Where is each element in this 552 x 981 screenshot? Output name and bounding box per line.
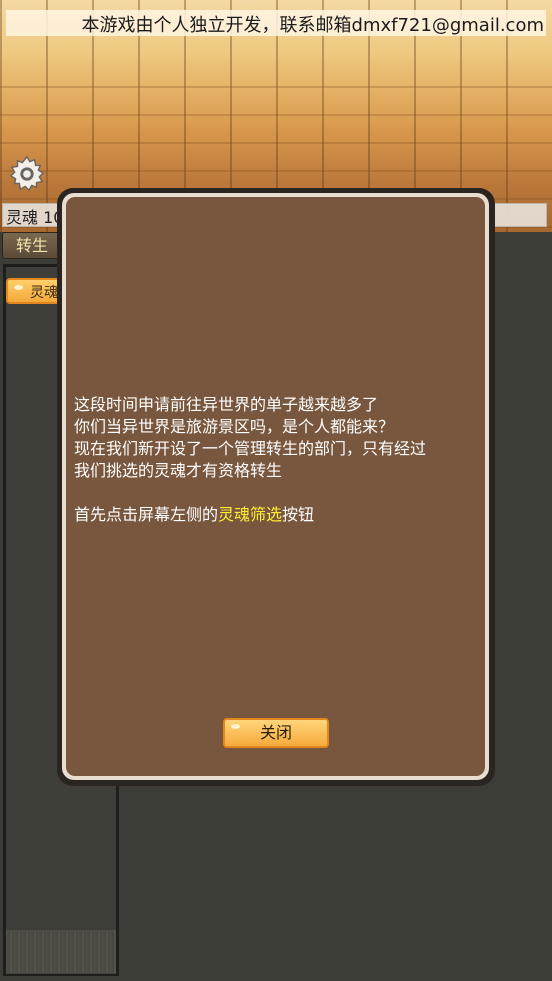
dialog-line-1: 这段时间申请前往异世界的单子越来越多了 — [74, 395, 379, 414]
dialog-line-2: 你们当异世界是旅游景区吗，是个人都能来？ — [74, 417, 395, 436]
dialog-line-4: 我们挑选的灵魂才有资格转生 — [74, 461, 283, 480]
button-shine — [14, 285, 23, 290]
game-screen: 本游戏由个人独立开发，联系邮箱dmxf721@gmail.com 灵魂 10 转… — [0, 0, 552, 981]
dialog-instruction: 首先点击屏幕左侧的灵魂筛选按钮 — [74, 504, 484, 526]
instruction-highlight: 灵魂筛选 — [218, 505, 283, 524]
button-shine — [231, 724, 240, 729]
soul-filter-button-label: 灵魂 — [30, 285, 58, 301]
close-button-label: 关闭 — [259, 723, 292, 742]
gear-icon[interactable] — [8, 155, 46, 193]
dialog-message: 这段时间申请前往异世界的单子越来越多了 你们当异世界是旅游景区吗，是个人都能来？… — [74, 394, 484, 526]
tab-reincarnate[interactable]: 转生 — [2, 232, 62, 259]
instruction-suffix: 按钮 — [282, 505, 315, 524]
dialog-line-3: 现在我们新开设了一个管理转生的部门，只有经过 — [74, 439, 427, 458]
developer-notice: 本游戏由个人独立开发，联系邮箱dmxf721@gmail.com — [81, 15, 544, 36]
left-panel-rubble-texture — [6, 930, 116, 974]
close-button[interactable]: 关闭 — [223, 718, 329, 748]
instruction-prefix: 首先点击屏幕左侧的 — [74, 505, 219, 524]
soul-count: 灵魂 10 — [6, 208, 64, 227]
